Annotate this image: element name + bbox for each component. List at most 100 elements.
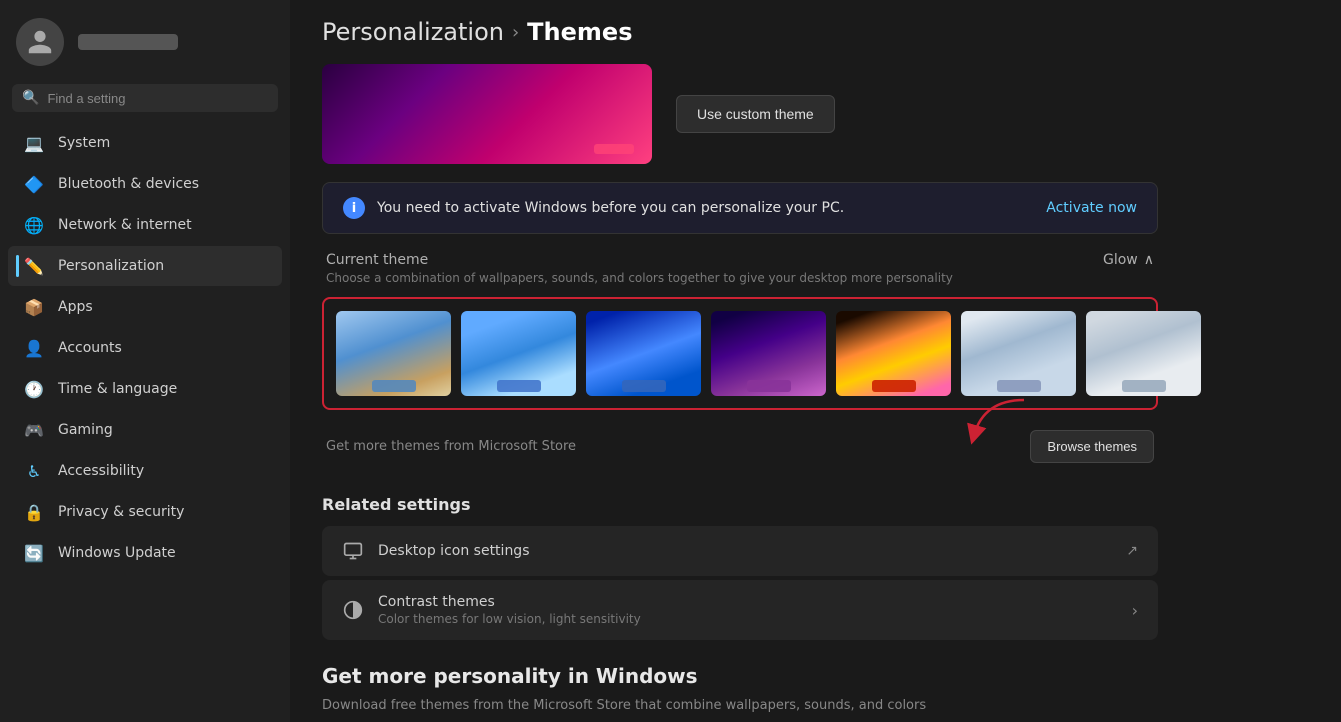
theme-card-theme2[interactable] xyxy=(461,311,576,396)
theme-card-theme4[interactable] xyxy=(711,311,826,396)
sidebar-label-network: Network & internet xyxy=(58,217,192,233)
theme-card-theme3[interactable] xyxy=(586,311,701,396)
theme-card-taskbar xyxy=(622,380,666,392)
settings-item-left: Desktop icon settings xyxy=(342,540,530,562)
theme-card-taskbar xyxy=(747,380,791,392)
sidebar-label-windows-update: Windows Update xyxy=(58,545,176,561)
sidebar-label-time: Time & language xyxy=(58,381,177,397)
sidebar-item-system[interactable]: 💻 System xyxy=(8,123,282,163)
nav-icon-bluetooth: 🔷 xyxy=(24,174,44,194)
settings-item-icon-desktop-icons xyxy=(342,540,364,562)
nav-icon-accessibility: ♿ xyxy=(24,461,44,481)
search-box[interactable]: 🔍 xyxy=(12,84,278,112)
desktop-icon xyxy=(343,541,363,561)
use-custom-theme-button[interactable]: Use custom theme xyxy=(676,95,835,133)
theme-card-theme1[interactable] xyxy=(336,311,451,396)
sidebar-item-personalization[interactable]: ✏️ Personalization xyxy=(8,246,282,286)
external-link-icon: ↗ xyxy=(1126,543,1138,559)
settings-item-contrast-themes[interactable]: Contrast themes Color themes for low vis… xyxy=(322,580,1158,640)
activate-now-link[interactable]: Activate now xyxy=(1046,200,1137,216)
breadcrumb-sep: › xyxy=(512,22,519,43)
nav-icon-windows-update: 🔄 xyxy=(24,543,44,563)
settings-item-desktop-icons[interactable]: Desktop icon settings ↗ xyxy=(322,526,1158,576)
related-settings-list: Desktop icon settings ↗ Contrast themes … xyxy=(322,526,1158,640)
nav-icon-privacy: 🔒 xyxy=(24,502,44,522)
nav-icon-network: 🌐 xyxy=(24,215,44,235)
themes-grid xyxy=(336,311,1144,396)
sidebar-label-personalization: Personalization xyxy=(58,258,164,274)
sidebar-item-privacy[interactable]: 🔒 Privacy & security xyxy=(8,492,282,532)
nav-icon-personalization: ✏️ xyxy=(24,256,44,276)
search-icon: 🔍 xyxy=(22,90,39,106)
avatar[interactable] xyxy=(16,18,64,66)
sidebar-label-accounts: Accounts xyxy=(58,340,122,356)
sidebar-label-system: System xyxy=(58,135,110,151)
activation-message: You need to activate Windows before you … xyxy=(377,200,844,216)
sidebar: 🔍 💻 System 🔷 Bluetooth & devices 🌐 Netwo… xyxy=(0,0,290,722)
theme-card-taskbar xyxy=(372,380,416,392)
username-bar xyxy=(78,34,178,50)
current-theme-title: Current theme xyxy=(326,252,953,268)
sidebar-item-network[interactable]: 🌐 Network & internet xyxy=(8,205,282,245)
breadcrumb-parent[interactable]: Personalization xyxy=(322,18,504,46)
theme-card-taskbar xyxy=(872,380,916,392)
sidebar-item-windows-update[interactable]: 🔄 Windows Update xyxy=(8,533,282,573)
contrast-icon xyxy=(343,600,363,620)
nav-icon-apps: 📦 xyxy=(24,297,44,317)
sidebar-label-accessibility: Accessibility xyxy=(58,463,144,479)
theme-card-theme5[interactable] xyxy=(836,311,951,396)
current-theme-subtitle: Choose a combination of wallpapers, soun… xyxy=(326,271,953,285)
theme-preview-row: Use custom theme xyxy=(322,64,1158,164)
activation-banner: i You need to activate Windows before yo… xyxy=(322,182,1158,234)
chevron-right-icon: › xyxy=(1132,601,1138,620)
settings-item-label: Desktop icon settings xyxy=(378,543,530,559)
nav-icon-accounts: 👤 xyxy=(24,338,44,358)
sidebar-item-gaming[interactable]: 🎮 Gaming xyxy=(8,410,282,450)
sidebar-item-accessibility[interactable]: ♿ Accessibility xyxy=(8,451,282,491)
nav-icon-system: 💻 xyxy=(24,133,44,153)
main-content: Personalization › Themes Use custom them… xyxy=(290,0,1341,722)
sidebar-item-accounts[interactable]: 👤 Accounts xyxy=(8,328,282,368)
theme-preview-image xyxy=(322,64,652,164)
current-theme-info: Current theme Choose a combination of wa… xyxy=(326,252,953,285)
current-theme-header: Current theme Choose a combination of wa… xyxy=(322,252,1158,285)
related-settings-title: Related settings xyxy=(322,495,1158,514)
settings-item-text: Contrast themes Color themes for low vis… xyxy=(378,594,641,626)
activation-left: i You need to activate Windows before yo… xyxy=(343,197,844,219)
settings-item-sublabel: Color themes for low vision, light sensi… xyxy=(378,612,641,626)
theme-card-taskbar xyxy=(497,380,541,392)
sidebar-header xyxy=(0,0,290,80)
user-icon xyxy=(26,28,54,56)
themes-grid-container xyxy=(322,297,1158,410)
sidebar-label-privacy: Privacy & security xyxy=(58,504,184,520)
sidebar-item-apps[interactable]: 📦 Apps xyxy=(8,287,282,327)
theme-card-taskbar xyxy=(997,380,1041,392)
get-more-row: Get more themes from Microsoft Store Bro… xyxy=(322,422,1158,471)
info-icon: i xyxy=(343,197,365,219)
current-theme-collapse[interactable]: Glow ∧ xyxy=(1103,252,1154,268)
get-more-text: Get more themes from Microsoft Store xyxy=(326,439,576,454)
settings-item-icon-contrast-themes xyxy=(342,599,364,621)
sidebar-item-bluetooth[interactable]: 🔷 Bluetooth & devices xyxy=(8,164,282,204)
more-personality-section: Get more personality in Windows Download… xyxy=(322,644,1158,716)
sidebar-label-bluetooth: Bluetooth & devices xyxy=(58,176,199,192)
browse-themes-button[interactable]: Browse themes xyxy=(1030,430,1154,463)
search-input[interactable] xyxy=(47,91,268,106)
breadcrumb: Personalization › Themes xyxy=(322,18,1158,46)
arrow-annotation xyxy=(964,395,1044,445)
sidebar-label-gaming: Gaming xyxy=(58,422,113,438)
settings-item-left: Contrast themes Color themes for low vis… xyxy=(342,594,641,626)
breadcrumb-current: Themes xyxy=(527,18,632,46)
settings-item-label: Contrast themes xyxy=(378,594,641,610)
collapse-label: Glow xyxy=(1103,252,1138,268)
more-personality-title: Get more personality in Windows xyxy=(322,664,1158,688)
settings-item-text: Desktop icon settings xyxy=(378,543,530,559)
theme-card-theme7[interactable] xyxy=(1086,311,1201,396)
theme-card-taskbar xyxy=(1122,380,1166,392)
theme-card-theme6[interactable] xyxy=(961,311,1076,396)
sidebar-item-time[interactable]: 🕐 Time & language xyxy=(8,369,282,409)
nav-icon-gaming: 🎮 xyxy=(24,420,44,440)
sidebar-label-apps: Apps xyxy=(58,299,93,315)
more-personality-desc: Download free themes from the Microsoft … xyxy=(322,696,1158,716)
nav-icon-time: 🕐 xyxy=(24,379,44,399)
